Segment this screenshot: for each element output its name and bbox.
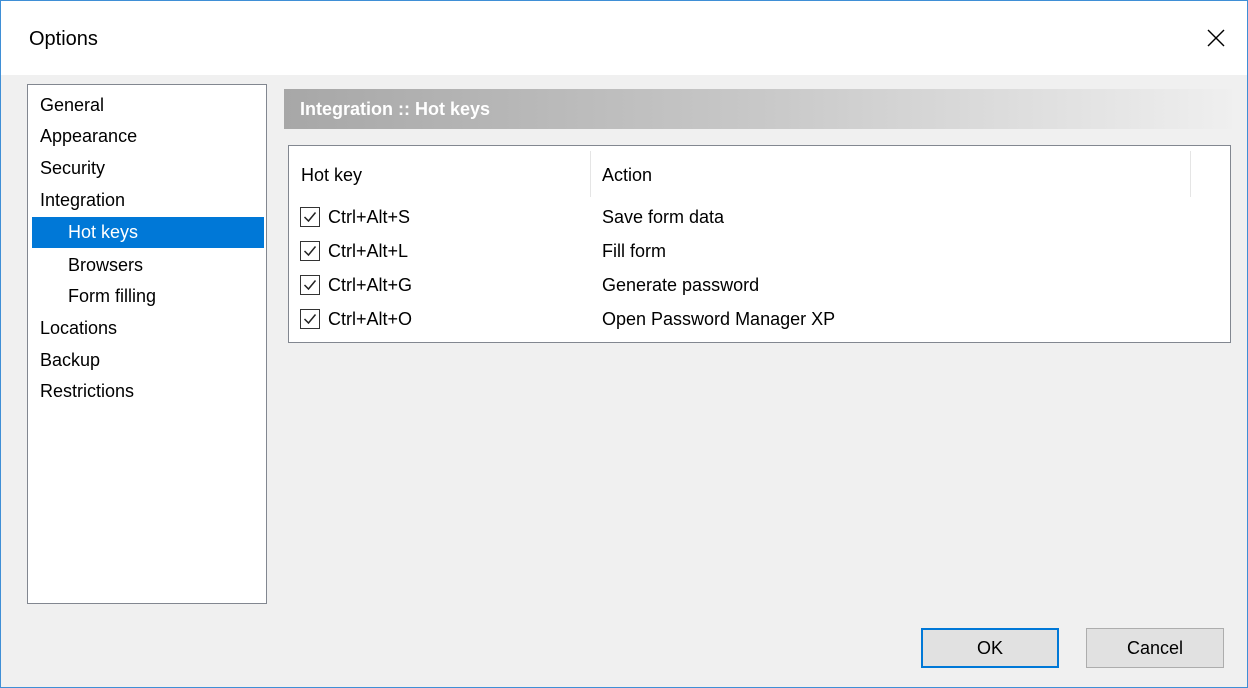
tree-item-label: Locations — [40, 318, 118, 338]
hotkey-action: Open Password Manager XP — [602, 309, 836, 329]
hotkey-key: Ctrl+Alt+L — [328, 241, 409, 261]
column-divider[interactable] — [1190, 151, 1191, 197]
list-item[interactable]: Ctrl+Alt+O Open Password Manager XP — [289, 302, 1230, 336]
tree-item-appearance[interactable]: Appearance — [32, 121, 137, 152]
check-icon — [303, 212, 317, 223]
hotkey-key: Ctrl+Alt+G — [328, 275, 413, 295]
close-button[interactable] — [1185, 1, 1247, 75]
hotkey-checkbox[interactable] — [300, 275, 320, 295]
tree-item-label: Hot keys — [68, 222, 139, 242]
hotkey-checkbox[interactable] — [300, 309, 320, 329]
ok-button[interactable]: OK — [921, 628, 1059, 668]
column-header-hot-key[interactable]: Hot key — [301, 146, 362, 201]
tree-item-label: Backup — [40, 350, 101, 370]
options-tree[interactable]: General Appearance Security Integration … — [27, 84, 267, 604]
tree-item-backup[interactable]: Backup — [32, 345, 100, 376]
list-header: Hot key Action — [289, 146, 1230, 201]
tree-item-integration[interactable]: Integration — [32, 185, 125, 216]
tree-item-label: Integration — [40, 190, 126, 210]
cancel-button[interactable]: Cancel — [1086, 628, 1224, 668]
close-icon — [1207, 29, 1225, 47]
list-item[interactable]: Ctrl+Alt+G Generate password — [289, 268, 1230, 302]
hotkey-checkbox[interactable] — [300, 241, 320, 261]
section-title: Integration :: Hot keys — [284, 89, 1232, 129]
tree-item-label: Form filling — [68, 286, 157, 306]
tree-item-security[interactable]: Security — [32, 153, 105, 184]
window-title: Options — [29, 28, 98, 50]
hotkey-action: Fill form — [602, 241, 666, 261]
list-item[interactable]: Ctrl+Alt+S Save form data — [289, 200, 1230, 234]
tree-item-label: General — [40, 95, 105, 115]
tree-item-label: Restrictions — [40, 381, 135, 401]
hotkey-checkbox[interactable] — [300, 207, 320, 227]
options-dialog: Options General Appearance Security Inte… — [0, 0, 1248, 688]
tree-item-hot-keys[interactable]: Hot keys — [32, 217, 264, 248]
tree-item-restrictions[interactable]: Restrictions — [32, 376, 134, 407]
tree-item-browsers[interactable]: Browsers — [32, 250, 143, 281]
hotkey-key: Ctrl+Alt+O — [328, 309, 413, 329]
tree-item-label: Browsers — [68, 255, 144, 275]
tree-item-general[interactable]: General — [32, 90, 104, 121]
tree-item-label: Appearance — [40, 126, 138, 146]
hotkeys-list[interactable]: Hot key Action Ctrl+Alt+S Save form data… — [288, 145, 1231, 343]
check-icon — [303, 246, 317, 257]
tree-item-locations[interactable]: Locations — [32, 313, 117, 344]
hotkey-action: Generate password — [602, 275, 760, 295]
tree-item-form-filling[interactable]: Form filling — [32, 281, 156, 312]
check-icon — [303, 280, 317, 291]
hotkey-key: Ctrl+Alt+S — [328, 207, 411, 227]
column-divider[interactable] — [590, 151, 591, 197]
column-header-action[interactable]: Action — [602, 146, 652, 201]
tree-item-label: Security — [40, 158, 106, 178]
list-item[interactable]: Ctrl+Alt+L Fill form — [289, 234, 1230, 268]
title-bar: Options — [1, 1, 1247, 75]
hotkey-action: Save form data — [602, 207, 725, 227]
check-icon — [303, 314, 317, 325]
